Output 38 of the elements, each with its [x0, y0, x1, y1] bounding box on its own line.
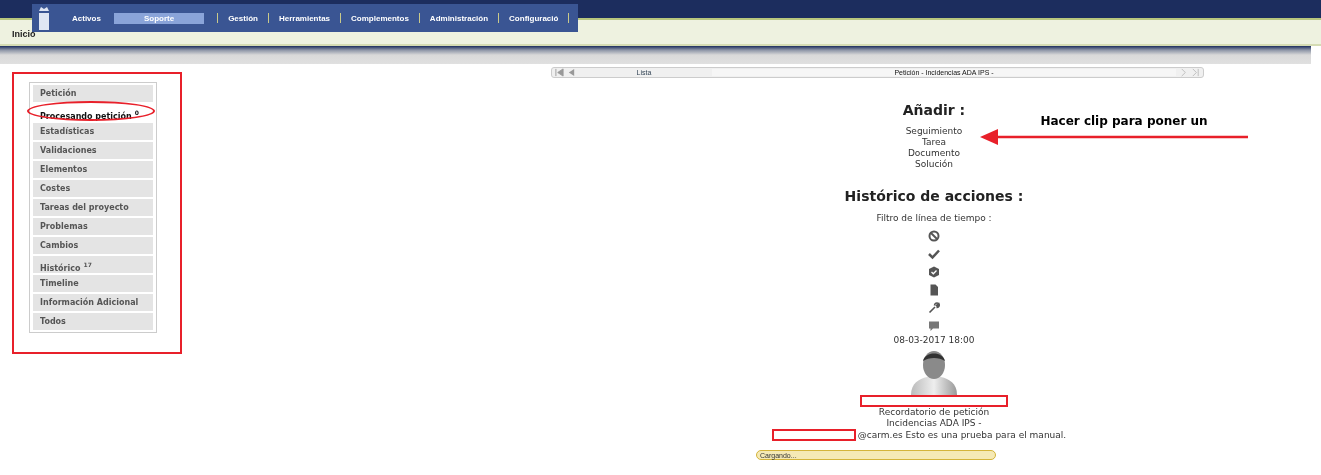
home-label[interactable]: Inicio: [12, 29, 36, 39]
sidebar-item[interactable]: Timeline: [33, 275, 153, 292]
sidebar-item[interactable]: Petición: [33, 85, 153, 102]
entry-text: Recordatorio de petición: [878, 407, 990, 418]
sidebar-item[interactable]: Todos: [33, 313, 153, 330]
blocked-icon[interactable]: [928, 230, 940, 242]
crest-icon: [37, 5, 51, 31]
menu-item[interactable]: Gestión: [225, 12, 261, 24]
entry-date: 08-03-2017 18:00: [893, 335, 975, 346]
entry-text: Incidencias ADA IPS -: [886, 418, 982, 429]
document-icon[interactable]: [928, 284, 940, 296]
person-avatar-icon: [909, 349, 959, 395]
sidebar-item[interactable]: Validaciones: [33, 142, 153, 159]
sidebar-item[interactable]: Problemas: [33, 218, 153, 235]
sidebar-item[interactable]: Cambios: [33, 237, 153, 254]
menu-item[interactable]: Administración: [426, 12, 492, 24]
menu-item[interactable]: Herramientas: [275, 12, 334, 24]
add-link[interactable]: Documento: [907, 148, 961, 159]
check-icon[interactable]: [928, 248, 940, 260]
sidebar-item[interactable]: Costes: [33, 180, 153, 197]
sidebar-item[interactable]: Información Adicional: [33, 294, 153, 311]
check-badge-icon[interactable]: [928, 266, 940, 278]
history-heading: Histórico de acciones :: [844, 188, 1024, 204]
entry-message: @carm.es Esto es una prueba para el manual.: [857, 429, 1067, 441]
filter-label: Filtro de línea de tiempo :: [876, 213, 992, 224]
comment-icon[interactable]: [928, 320, 940, 332]
annotation-text: Hacer clip para poner un: [1040, 114, 1208, 128]
add-heading: Añadir :: [902, 102, 966, 118]
add-link[interactable]: Seguimiento: [905, 126, 963, 137]
add-link[interactable]: Solución: [914, 159, 954, 170]
sidebar-item[interactable]: Tareas del proyecto: [33, 199, 153, 216]
menu-item[interactable]: Complementos: [348, 12, 412, 24]
menu-item[interactable]: Activos: [69, 12, 104, 24]
sidebar-item[interactable]: Estadísticas: [33, 123, 153, 140]
add-link[interactable]: Tarea: [921, 137, 947, 148]
menu-item[interactable]: Configuració: [506, 12, 562, 24]
sidebar-item[interactable]: Elementos: [33, 161, 153, 178]
sidebar-item[interactable]: Histórico $^{17}$: [33, 256, 153, 273]
